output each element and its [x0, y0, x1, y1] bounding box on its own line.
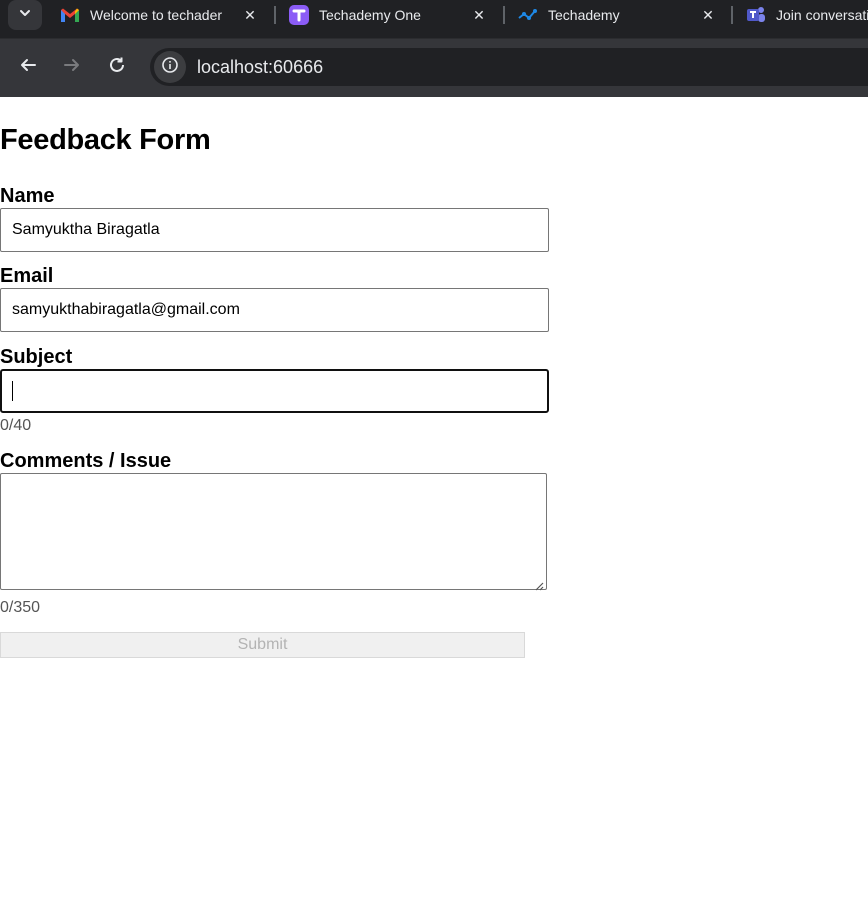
subject-label: Subject — [0, 346, 73, 368]
techademy-one-icon — [289, 5, 309, 25]
browser-toolbar: localhost:60666 — [0, 38, 868, 98]
tab-separator — [731, 6, 733, 24]
browser-tab-strip: Welcome to techader ✕ Techademy One ✕ Te… — [0, 0, 868, 38]
tab-separator — [274, 6, 276, 24]
name-input[interactable]: Samyuktha Biragatla — [0, 208, 549, 252]
tab-search-button[interactable] — [8, 0, 42, 30]
name-label: Name — [0, 185, 55, 207]
tab-techademy[interactable]: Techademy ✕ — [518, 0, 718, 30]
gmail-icon — [60, 5, 80, 25]
text-caret — [12, 381, 13, 401]
url-text: localhost:60666 — [197, 57, 324, 77]
tab-title: Welcome to techader — [90, 7, 223, 23]
forward-arrow-icon — [63, 56, 81, 79]
reload-button[interactable] — [99, 49, 135, 85]
page-title: Feedback Form — [0, 124, 211, 156]
forward-button[interactable] — [54, 49, 90, 85]
info-icon — [161, 56, 179, 79]
tab-title: Techademy — [548, 7, 620, 23]
tab-title: Techademy One — [319, 7, 421, 23]
resize-handle-icon[interactable] — [535, 578, 544, 591]
comments-textarea[interactable] — [0, 473, 547, 591]
tab-gmail[interactable]: Welcome to techader ✕ — [60, 0, 260, 30]
back-arrow-icon — [19, 56, 37, 79]
tab-techademy-one[interactable]: Techademy One ✕ — [289, 0, 489, 30]
tab-separator — [503, 6, 505, 24]
subject-char-counter: 0/40 — [0, 417, 32, 434]
email-input[interactable]: samyukthabiragatla@gmail.com — [0, 288, 549, 332]
close-tab-icon[interactable]: ✕ — [240, 5, 260, 25]
chevron-down-icon — [18, 6, 32, 25]
submit-button[interactable]: Submit — [0, 632, 525, 658]
techademy-icon — [518, 5, 538, 25]
reload-icon — [108, 56, 126, 79]
teams-icon — [746, 5, 766, 25]
site-info-button[interactable] — [154, 51, 186, 83]
comments-label: Comments / Issue — [0, 450, 172, 472]
back-button[interactable] — [10, 49, 46, 85]
subject-input[interactable] — [0, 369, 549, 413]
close-tab-icon[interactable]: ✕ — [698, 5, 718, 25]
tab-teams[interactable]: Join conversati — [746, 0, 868, 30]
email-label: Email — [0, 265, 54, 287]
close-tab-icon[interactable]: ✕ — [469, 5, 489, 25]
page-content: Feedback Form Name Samyuktha Biragatla E… — [0, 97, 868, 911]
address-bar[interactable]: localhost:60666 — [150, 48, 868, 86]
tab-title: Join conversati — [776, 7, 868, 23]
comments-char-counter: 0/350 — [0, 599, 41, 616]
